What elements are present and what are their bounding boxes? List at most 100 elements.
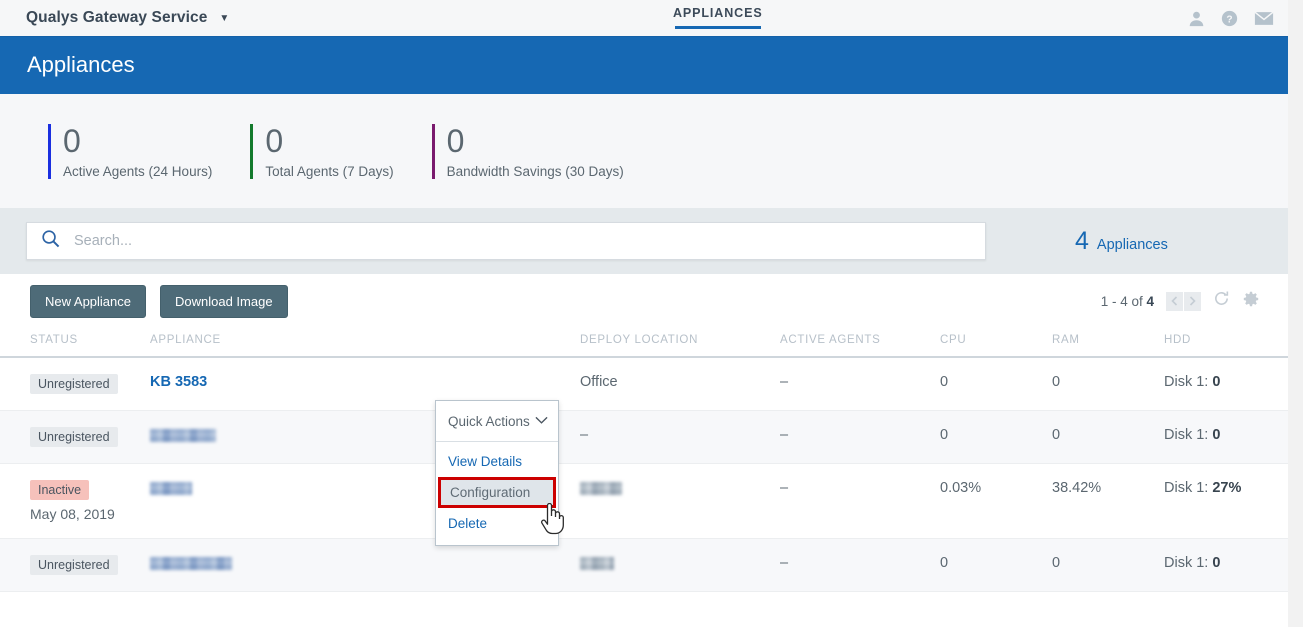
table-row[interactable]: Inactive May 08, 2019 – 0.03% 38.42% Dis… [0,464,1288,539]
brand-title[interactable]: Qualys Gateway Service [26,9,207,27]
stat-bandwidth-savings-label: Bandwidth Savings (30 Days) [447,164,624,179]
page-header: Appliances [0,36,1288,94]
appliance-name-link[interactable]: KB 3583 [150,374,207,390]
column-header-appliance[interactable]: APPLIANCE [150,328,580,357]
cell-hdd: Disk 1: 0 [1164,357,1288,411]
chevron-down-icon [535,412,548,430]
cell-ram: 0 [1052,357,1164,411]
search-band: 4 Appliances [0,208,1288,274]
cell-active-agents: – [780,411,940,464]
column-header-deploy-location[interactable]: DEPLOY LOCATION [580,328,780,357]
status-date: May 08, 2019 [30,506,150,522]
cell-status: Unregistered [0,411,150,464]
download-image-button[interactable]: Download Image [160,285,288,318]
search-icon [41,229,60,253]
quick-actions-label: Quick Actions [448,414,530,429]
pagination-total: 4 [1146,294,1154,309]
new-appliance-button[interactable]: New Appliance [30,285,146,318]
table-header: STATUS APPLIANCE DEPLOY LOCATION ACTIVE … [0,328,1288,357]
user-icon[interactable] [1188,10,1205,27]
cell-ram: 38.42% [1052,464,1164,539]
pagination-range: 1 - 4 of 4 [1101,294,1154,309]
cell-status: Unregistered [0,357,150,411]
status-badge: Unregistered [30,374,118,394]
tab-appliances-label: APPLIANCES [673,6,763,26]
status-badge: Unregistered [30,427,118,447]
stat-bandwidth-savings: 0 Bandwidth Savings (30 Days) [432,124,662,179]
redacted-deploy-location [580,482,622,495]
hdd-value: 0 [1212,374,1220,390]
quick-actions-menu[interactable]: Quick Actions View Details Configuration… [435,400,559,546]
redacted-appliance-name [150,429,216,442]
top-bar: Qualys Gateway Service ▼ APPLIANCES ? [0,0,1288,36]
cell-deploy-location: Office [580,357,780,411]
redacted-appliance-name [150,557,232,570]
pagination-controls: 1 - 4 of 4 [1101,290,1260,313]
search-box[interactable] [26,222,986,260]
hdd-value: 27% [1212,480,1241,496]
cell-appliance [150,539,580,592]
cell-status: Unregistered [0,539,150,592]
hdd-value: 0 [1212,427,1220,443]
table-row[interactable]: Unregistered KB 3583 Office – 0 0 Disk 1… [0,357,1288,411]
quick-action-delete[interactable]: Delete [436,508,558,545]
column-header-active-agents[interactable]: ACTIVE AGENTS [780,328,940,357]
stat-accent-bar [48,124,51,179]
prev-page-icon[interactable] [1166,292,1183,311]
brand-dropdown-caret-icon[interactable]: ▼ [219,13,229,24]
cell-status: Inactive May 08, 2019 [0,464,150,539]
window-right-gutter [1288,0,1303,627]
hdd-value: 0 [1212,555,1220,571]
help-icon[interactable]: ? [1221,10,1238,27]
svg-text:?: ? [1226,14,1232,25]
column-header-hdd[interactable]: HDD [1164,328,1288,357]
stat-active-agents-value: 0 [63,124,212,158]
column-header-status[interactable]: STATUS [0,328,150,357]
cell-hdd: Disk 1: 0 [1164,411,1288,464]
stat-total-agents-value: 0 [265,124,393,158]
stats-summary: 0 Active Agents (24 Hours) 0 Total Agent… [0,94,1288,208]
appliance-count-number: 4 [1075,227,1089,256]
stat-total-agents: 0 Total Agents (7 Days) [250,124,431,179]
column-header-cpu[interactable]: CPU [940,328,1052,357]
quick-action-view-details[interactable]: View Details [436,442,558,477]
page-title: Appliances [27,52,135,78]
quick-action-configuration[interactable]: Configuration [438,477,556,508]
status-badge: Inactive [30,480,89,500]
refresh-icon[interactable] [1213,290,1230,312]
appliance-count: 4 Appliances [1075,227,1168,256]
table-body: Unregistered KB 3583 Office – 0 0 Disk 1… [0,357,1288,592]
stat-total-agents-label: Total Agents (7 Days) [265,164,393,179]
table-toolbar: New Appliance Download Image 1 - 4 of 4 [0,274,1288,328]
tab-active-underline [675,26,761,29]
cell-active-agents: – [780,539,940,592]
cell-cpu: 0 [940,539,1052,592]
redacted-appliance-name [150,482,192,495]
table-header-row: STATUS APPLIANCE DEPLOY LOCATION ACTIVE … [0,328,1288,357]
top-bar-divider [0,36,1288,37]
cell-ram: 0 [1052,539,1164,592]
status-badge: Unregistered [30,555,118,575]
stat-bandwidth-savings-value: 0 [447,124,624,158]
stat-accent-bar [250,124,253,179]
tab-appliances[interactable]: APPLIANCES [673,6,763,29]
mail-icon[interactable] [1254,11,1274,26]
cell-cpu: 0 [940,411,1052,464]
cell-hdd: Disk 1: 0 [1164,539,1288,592]
table-row[interactable]: Unregistered – 0 0 Disk 1: 0 [0,539,1288,592]
cell-cpu: 0.03% [940,464,1052,539]
stat-accent-bar [432,124,435,179]
stat-active-agents-label: Active Agents (24 Hours) [63,164,212,179]
table-row[interactable]: Unregistered – – 0 0 Disk 1: 0 [0,411,1288,464]
cell-hdd: Disk 1: 27% [1164,464,1288,539]
settings-gear-icon[interactable] [1242,290,1260,313]
next-page-icon[interactable] [1184,292,1201,311]
search-input[interactable] [72,232,985,250]
cell-active-agents: – [780,464,940,539]
cell-active-agents: – [780,357,940,411]
cell-ram: 0 [1052,411,1164,464]
quick-actions-toggle[interactable]: Quick Actions [436,401,558,442]
cell-deploy-location [580,539,780,592]
column-header-ram[interactable]: RAM [1052,328,1164,357]
appliance-count-label: Appliances [1097,237,1168,253]
